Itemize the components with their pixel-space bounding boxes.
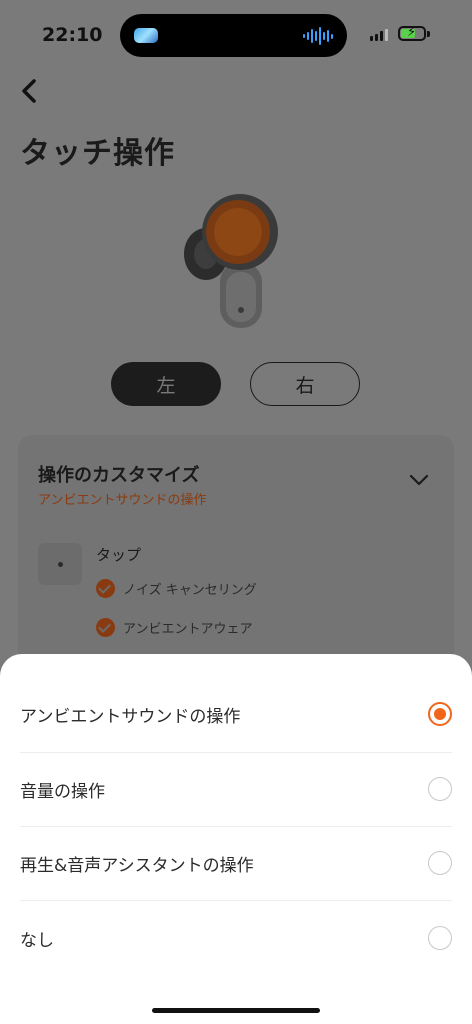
option-row-ambient-sound[interactable]: アンビエントサウンドの操作 bbox=[20, 678, 452, 752]
option-label: 音量の操作 bbox=[20, 782, 105, 802]
battery-tip-icon bbox=[427, 31, 430, 37]
status-time: 22:10 bbox=[42, 24, 103, 46]
option-label: アンビエントサウンドの操作 bbox=[20, 707, 241, 727]
audio-waveform-icon bbox=[303, 26, 333, 46]
cellular-signal-icon bbox=[370, 29, 388, 41]
left-earbud-tab[interactable]: 左 bbox=[111, 362, 221, 406]
status-bar: 22:10 ⚡ bbox=[0, 0, 472, 70]
radio-unselected-icon[interactable] bbox=[428, 777, 452, 801]
checkmark-icon bbox=[96, 618, 115, 637]
option-row-volume[interactable]: 音量の操作 bbox=[20, 753, 452, 827]
back-arrow-icon[interactable] bbox=[16, 76, 44, 106]
option-row-playback-assistant[interactable]: 再生&音声アシスタントの操作 bbox=[20, 827, 452, 901]
card-option-label: アンビエントアウェア bbox=[123, 622, 253, 637]
card-subtitle: アンビエントサウンドの操作 bbox=[38, 493, 207, 508]
checkmark-icon bbox=[96, 579, 115, 598]
option-label: 再生&音声アシスタントの操作 bbox=[20, 856, 254, 876]
card-title: 操作のカスタマイズ bbox=[38, 465, 200, 486]
radio-selected-icon[interactable] bbox=[428, 702, 452, 726]
right-earbud-tab[interactable]: 右 bbox=[250, 362, 360, 406]
card-option: アンビエントアウェア bbox=[96, 618, 252, 637]
home-indicator[interactable] bbox=[152, 1008, 320, 1013]
radio-unselected-icon[interactable] bbox=[428, 851, 452, 875]
tap-label: タップ bbox=[96, 546, 142, 564]
now-playing-artwork-icon bbox=[134, 28, 158, 43]
radio-unselected-icon[interactable] bbox=[428, 926, 452, 950]
card-option: ノイズ キャンセリング bbox=[96, 579, 257, 598]
divider bbox=[20, 900, 452, 901]
option-label: なし bbox=[20, 931, 54, 951]
option-row-none[interactable]: なし bbox=[20, 902, 452, 976]
page-title: タッチ操作 bbox=[20, 136, 175, 171]
tap-gesture-icon bbox=[38, 543, 82, 585]
dynamic-island[interactable] bbox=[120, 14, 347, 57]
card-option-label: ノイズ キャンセリング bbox=[123, 583, 257, 598]
battery-charging-icon: ⚡ bbox=[398, 25, 426, 41]
earbud-image bbox=[184, 194, 278, 328]
chevron-down-icon[interactable] bbox=[408, 473, 430, 487]
